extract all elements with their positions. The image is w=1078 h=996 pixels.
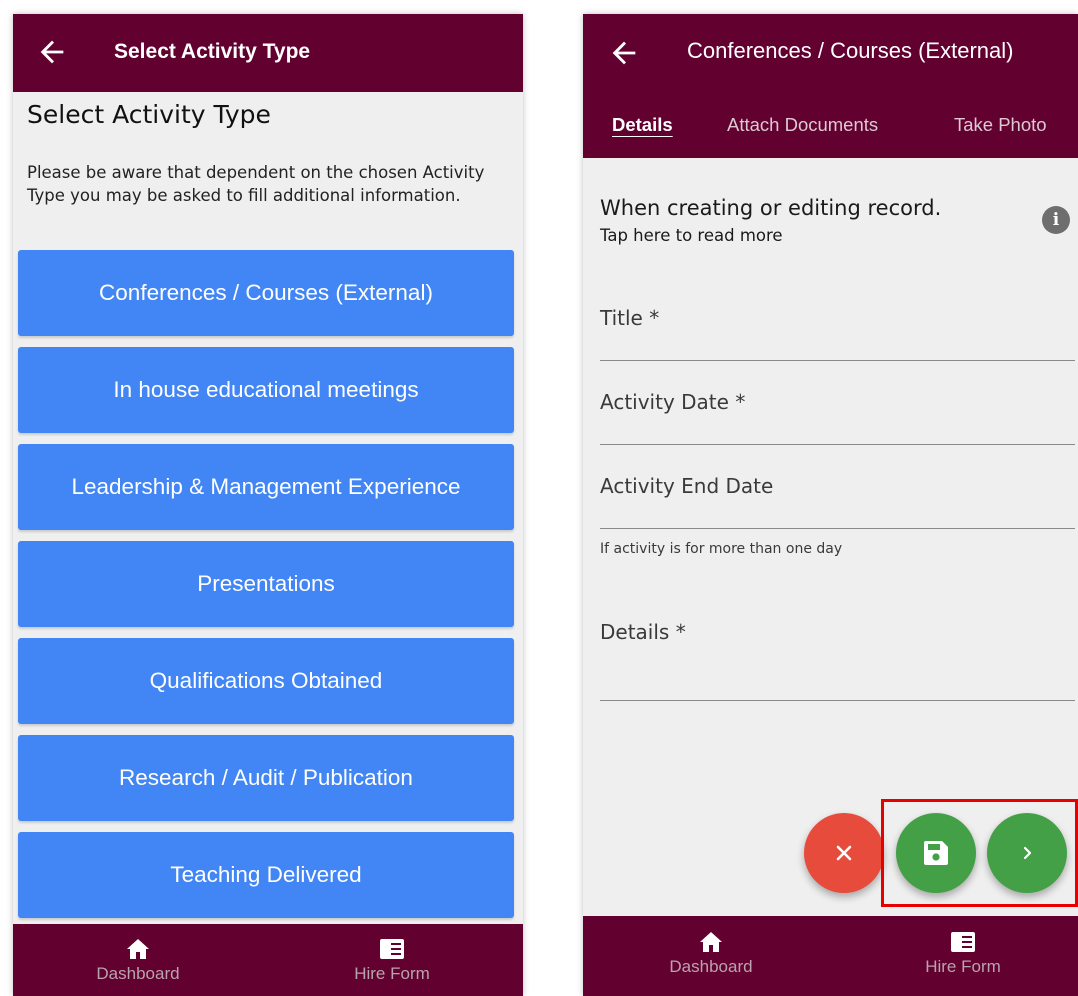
chevron-right-icon [1023, 846, 1032, 860]
form-icon [951, 932, 975, 952]
activity-type-button[interactable]: Research / Audit / Publication [18, 735, 514, 821]
home-icon [700, 932, 722, 952]
activity-end-date-field[interactable]: Activity End Date [600, 453, 1075, 529]
title-field[interactable]: Title * [600, 284, 1075, 361]
app-bar-title: Conferences / Courses (External) [687, 38, 1014, 63]
nav-label: Dashboard [669, 957, 753, 976]
bottom-navigation: Dashboard Hire Form [583, 916, 1078, 996]
page-title: Select Activity Type [27, 100, 271, 129]
notice-text: Please be aware that dependent on the ch… [27, 163, 485, 205]
info-subtitle: Tap here to read more [600, 226, 783, 245]
activity-type-button[interactable]: In house educational meetings [18, 347, 514, 433]
activity-type-button[interactable]: Qualifications Obtained [18, 638, 514, 724]
nav-item-dashboard[interactable]: Dashboard [636, 931, 786, 977]
app-bar-title: Select Activity Type [114, 40, 311, 63]
tab-take-photo[interactable]: Take Photo [954, 114, 1047, 136]
details-field-label: Details * [600, 620, 686, 644]
nav-item-hire-form[interactable]: Hire Form [888, 931, 1038, 977]
activity-date-label: Activity Date * [600, 390, 746, 414]
tab-attach-documents[interactable]: Attach Documents [727, 114, 878, 136]
tab-details[interactable]: Details [612, 114, 673, 136]
activity-type-button[interactable]: Conferences / Courses (External) [18, 250, 514, 336]
save-button[interactable] [896, 813, 976, 893]
next-button[interactable] [987, 813, 1067, 893]
info-title: When creating or editing record. [600, 196, 942, 220]
info-icon[interactable]: i [1042, 206, 1070, 234]
activity-type-button[interactable]: Presentations [18, 541, 514, 627]
save-icon [924, 841, 948, 865]
nav-item-dashboard[interactable]: Dashboard [63, 938, 213, 984]
activity-type-button[interactable]: Leadership & Management Experience [18, 444, 514, 530]
title-field-label: Title * [600, 306, 660, 330]
arrow-left-icon[interactable] [35, 35, 69, 69]
activity-end-date-helper: If activity is for more than one day [600, 541, 843, 557]
cancel-button[interactable] [804, 813, 884, 893]
select-activity-screen: Select Activity Type Select Activity Typ… [13, 14, 523, 996]
app-bar: Conferences / Courses (External) Details… [583, 14, 1078, 158]
activity-type-list: Conferences / Courses (External) In hous… [18, 250, 514, 929]
arrow-left-icon[interactable] [607, 36, 641, 70]
nav-item-hire-form[interactable]: Hire Form [317, 938, 467, 984]
nav-label: Hire Form [354, 964, 430, 983]
info-read-more[interactable]: When creating or editing record. Tap her… [600, 196, 1070, 245]
bottom-navigation: Dashboard Hire Form [13, 924, 523, 996]
form-icon [380, 939, 404, 959]
activity-details-screen: Conferences / Courses (External) Details… [583, 14, 1078, 996]
activity-date-field[interactable]: Activity Date * [600, 369, 1075, 445]
home-icon [127, 939, 149, 959]
close-icon [836, 845, 852, 861]
activity-type-button[interactable]: Teaching Delivered [18, 832, 514, 918]
activity-end-date-label: Activity End Date [600, 474, 774, 498]
app-bar: Select Activity Type [13, 14, 523, 92]
nav-label: Dashboard [96, 964, 180, 983]
details-field[interactable]: Details * [600, 599, 1075, 701]
nav-label: Hire Form [925, 957, 1001, 976]
